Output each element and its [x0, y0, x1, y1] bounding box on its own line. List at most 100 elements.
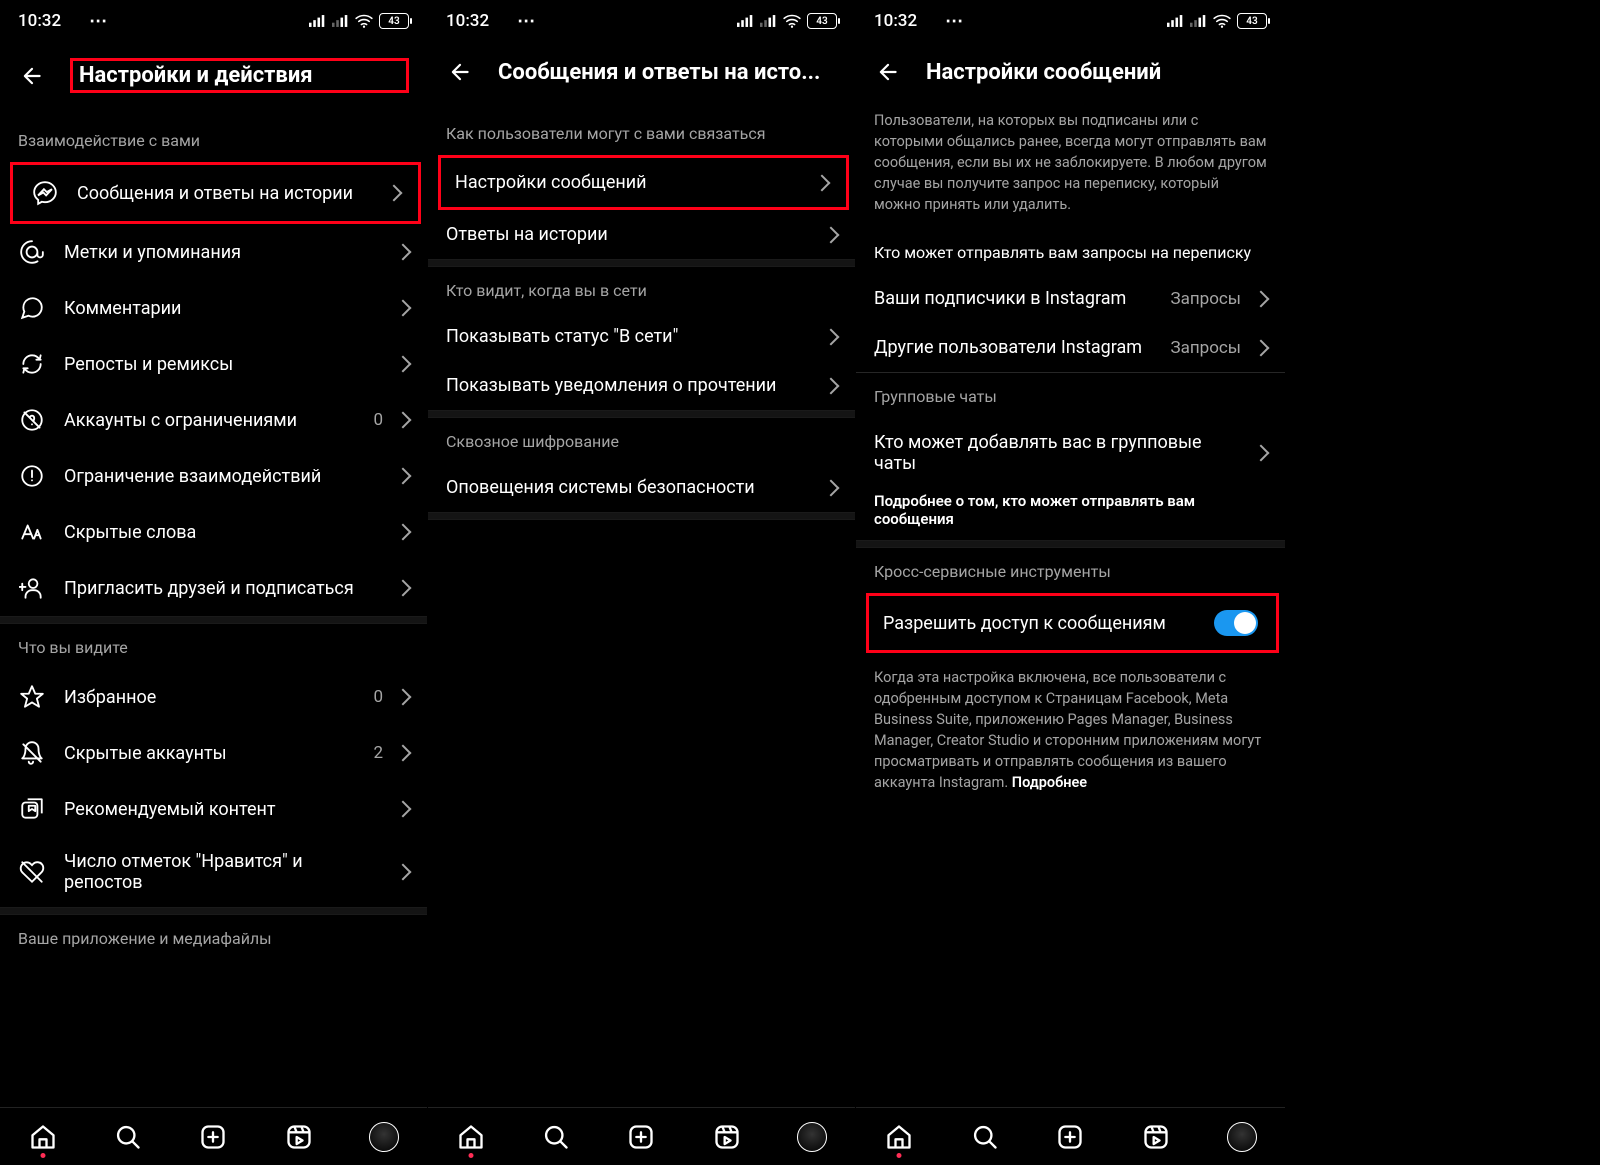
section-header: Ваше приложение и медиафайлы: [0, 915, 427, 960]
row-label: Число отметок "Нравится" и репостов: [64, 851, 379, 893]
section-divider: [428, 410, 855, 418]
row-reposts[interactable]: Репосты и ремиксы: [0, 336, 427, 392]
avatar-icon: [1227, 1122, 1257, 1152]
row-limit[interactable]: Ограничение взаимодействий: [0, 448, 427, 504]
section-header: Кто может отправлять вам запросы на пере…: [856, 229, 1285, 274]
row-story-replies[interactable]: Ответы на истории: [428, 210, 855, 259]
row-label: Разрешить доступ к сообщениям: [883, 613, 1196, 634]
chevron-right-icon: [814, 174, 831, 191]
status-bar: 10:32 ⋯ 43: [428, 0, 855, 42]
reco-icon: [18, 795, 46, 823]
status-time: 10:32: [18, 11, 61, 31]
row-label: Репосты и ремиксы: [64, 354, 379, 375]
aa-icon: [18, 518, 46, 546]
row-label: Скрытые слова: [64, 522, 379, 543]
row-tags-mentions[interactable]: Метки и упоминания: [0, 224, 427, 280]
row-label: Кто может добавлять вас в групповые чаты: [874, 432, 1237, 474]
page-title: Настройки сообщений: [926, 60, 1267, 85]
chevron-right-icon: [395, 412, 412, 429]
row-muted[interactable]: Скрытые аккаунты 2: [0, 725, 427, 781]
row-value: Запросы: [1171, 289, 1242, 309]
row-activity-status[interactable]: Показывать статус "В сети": [428, 312, 855, 361]
row-label: Ваши подписчики в Instagram: [874, 288, 1153, 309]
section-header: Как пользователи могут с вами связаться: [428, 110, 855, 155]
row-messages-stories[interactable]: Сообщения и ответы на истории: [10, 162, 421, 224]
pane-message-settings: 10:32 ⋯ 43 Настройки сообщений Пользоват…: [856, 0, 1286, 1165]
status-menu-icon: ⋯: [945, 11, 964, 32]
page-title: Сообщения и ответы на исто...: [498, 60, 837, 85]
comment-icon: [18, 294, 46, 322]
nav-search[interactable]: [968, 1120, 1002, 1154]
section-divider: [0, 616, 427, 624]
limit-icon: [18, 462, 46, 490]
row-label: Пригласить друзей и подписаться: [64, 578, 379, 599]
nav-new[interactable]: [624, 1120, 658, 1154]
signal-icon: [737, 15, 754, 27]
row-value: 0: [373, 687, 383, 707]
row-label: Метки и упоминания: [64, 242, 379, 263]
nav-reels[interactable]: [282, 1120, 316, 1154]
info-body: Когда эта настройка включена, все пользо…: [874, 669, 1261, 791]
pane-messages-stories: 10:32 ⋯ 43 Сообщения и ответы на исто...…: [428, 0, 856, 1165]
messenger-icon: [31, 179, 59, 207]
row-label: Оповещения системы безопасности: [446, 477, 807, 498]
notification-dot-icon: [40, 1153, 45, 1158]
status-bar: 10:32 ⋯ 43: [856, 0, 1285, 42]
toggle-switch[interactable]: [1214, 610, 1258, 636]
row-comments[interactable]: Комментарии: [0, 280, 427, 336]
wifi-icon: [1213, 14, 1231, 28]
row-allow-access-toggle[interactable]: Разрешить доступ к сообщениям: [866, 593, 1279, 653]
back-button[interactable]: [874, 58, 902, 86]
row-like-count[interactable]: Число отметок "Нравится" и репостов: [0, 837, 427, 907]
bottom-nav: [0, 1107, 427, 1165]
nav-profile[interactable]: [367, 1120, 401, 1154]
nav-reels[interactable]: [710, 1120, 744, 1154]
row-others[interactable]: Другие пользователи Instagram Запросы: [856, 323, 1285, 372]
chevron-right-icon: [823, 377, 840, 394]
row-value: 2: [373, 743, 383, 763]
nav-search[interactable]: [111, 1120, 145, 1154]
chevron-right-icon: [395, 801, 412, 818]
nav-new[interactable]: [196, 1120, 230, 1154]
wifi-icon: [355, 14, 373, 28]
status-bar: 10:32 ⋯ 43: [0, 0, 427, 42]
row-group-add[interactable]: Кто может добавлять вас в групповые чаты: [856, 418, 1285, 488]
invite-icon: [18, 574, 46, 602]
chevron-right-icon: [395, 300, 412, 317]
row-invite[interactable]: Пригласить друзей и подписаться: [0, 560, 427, 616]
star-icon: [18, 683, 46, 711]
nav-home[interactable]: [882, 1120, 916, 1154]
signal2-icon: [1190, 15, 1207, 27]
learn-more-link[interactable]: Подробнее о том, кто может отправлять ва…: [856, 488, 1285, 540]
chevron-right-icon: [395, 524, 412, 541]
nav-home[interactable]: [454, 1120, 488, 1154]
back-button[interactable]: [18, 62, 46, 90]
row-label: Избранное: [64, 687, 355, 708]
mention-icon: [18, 238, 46, 266]
chevron-right-icon: [823, 226, 840, 243]
row-restricted[interactable]: Аккаунты с ограничениями 0: [0, 392, 427, 448]
row-security-alerts[interactable]: Оповещения системы безопасности: [428, 463, 855, 512]
row-suggested[interactable]: Рекомендуемый контент: [0, 781, 427, 837]
chevron-right-icon: [1253, 290, 1270, 307]
nav-profile[interactable]: [1225, 1120, 1259, 1154]
heart-off-icon: [18, 858, 46, 886]
learn-more-link[interactable]: Подробнее: [1012, 774, 1087, 791]
row-followers[interactable]: Ваши подписчики в Instagram Запросы: [856, 274, 1285, 323]
row-message-settings[interactable]: Настройки сообщений: [438, 155, 849, 210]
nav-new[interactable]: [1053, 1120, 1087, 1154]
nav-profile[interactable]: [795, 1120, 829, 1154]
chevron-right-icon: [395, 864, 412, 881]
nav-home[interactable]: [26, 1120, 60, 1154]
row-read-receipts[interactable]: Показывать уведомления о прочтении: [428, 361, 855, 410]
row-favorites[interactable]: Избранное 0: [0, 669, 427, 725]
row-value: Запросы: [1171, 338, 1242, 358]
row-label: Показывать статус "В сети": [446, 326, 807, 347]
nav-search[interactable]: [539, 1120, 573, 1154]
back-button[interactable]: [446, 58, 474, 86]
nav-reels[interactable]: [1139, 1120, 1173, 1154]
mute-icon: [18, 739, 46, 767]
status-time: 10:32: [446, 11, 489, 31]
row-value: 0: [373, 410, 383, 430]
row-hidden-words[interactable]: Скрытые слова: [0, 504, 427, 560]
